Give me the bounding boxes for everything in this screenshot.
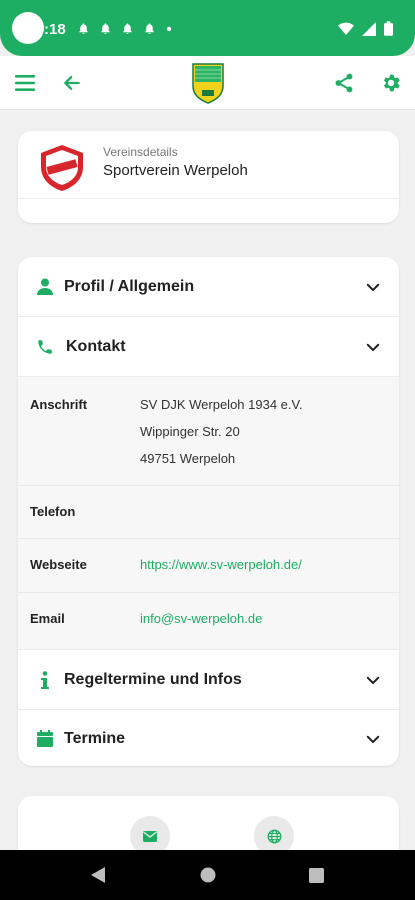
wifi-icon [338,22,354,35]
dot-icon [166,26,172,32]
divider [18,198,399,199]
club-logo [191,62,225,104]
status-time: :18 [44,21,66,38]
nav-back-button[interactable] [88,865,108,885]
system-icons [338,21,393,36]
bell-icon [123,23,132,34]
section-termine[interactable]: Termine [18,709,399,766]
section-kontakt[interactable]: Kontakt [18,317,399,377]
system-nav-bar [0,850,415,900]
anschrift-label: Anschrift [30,397,88,412]
club-subtitle: Vereinsdetails [103,145,178,159]
status-bar: :18 [0,0,415,56]
email-label: Email [30,611,65,626]
chevron-down-icon [366,343,380,351]
website-link[interactable]: https://www.sv-werpeloh.de/ [140,557,302,572]
address-line: Wippinger Str. 20 [140,424,240,439]
person-icon [35,277,55,297]
contact-row-telefon: Telefon [18,485,399,539]
contact-row-email: Email info@sv-werpeloh.de [18,592,399,649]
menu-button[interactable] [10,68,40,98]
section-profil[interactable]: Profil / Allgemein [18,257,399,317]
app-bar [0,56,415,110]
contact-details: Anschrift SV DJK Werpeloh 1934 e.V. Wipp… [18,377,399,649]
gear-icon [383,74,400,92]
chevron-down-icon [366,676,380,684]
back-arrow-icon [64,76,80,90]
square-recents-icon [308,867,324,883]
menu-icon [15,75,35,91]
chevron-down-icon [366,735,380,743]
club-badge [37,143,87,193]
phone-icon [35,337,55,357]
bell-icon [79,23,88,34]
section-label: Profil / Allgemein [64,277,195,295]
circle-home-icon [200,867,216,883]
club-card: Vereinsdetails Sportverein Werpeloh [18,131,399,223]
contact-row-webseite: Webseite https://www.sv-werpeloh.de/ [18,538,399,593]
email-link[interactable]: info@sv-werpeloh.de [140,611,262,626]
telefon-label: Telefon [30,504,76,519]
address-line: 49751 Werpeloh [140,451,236,466]
camera-cutout [12,12,44,44]
mail-icon [143,830,157,842]
nav-home-button[interactable] [198,865,218,885]
triangle-back-icon [91,867,105,883]
details-card: Profil / Allgemein Kontakt Anschrift SV … [18,257,399,766]
share-button[interactable] [329,68,359,98]
notification-icons [77,22,173,35]
section-regeltermine[interactable]: Regeltermine und Infos [18,649,399,710]
address-line: SV DJK Werpeloh 1934 e.V. [140,397,303,412]
bell-icon [101,23,110,34]
section-label: Kontakt [66,337,126,355]
calendar-icon [35,729,55,749]
settings-button[interactable] [376,68,406,98]
globe-icon [267,829,281,843]
section-label: Regeltermine und Infos [64,670,242,688]
contact-row-anschrift: Anschrift SV DJK Werpeloh 1934 e.V. Wipp… [18,377,399,486]
battery-icon [384,21,393,36]
bell-icon [145,23,154,34]
webseite-label: Webseite [30,557,87,572]
section-label: Termine [64,729,126,747]
back-button[interactable] [57,68,87,98]
share-icon [335,73,353,93]
nav-recents-button[interactable] [306,865,326,885]
club-name: Sportverein Werpeloh [103,162,248,179]
signal-icon [362,21,376,36]
info-icon [35,670,55,690]
chevron-down-icon [366,283,380,291]
